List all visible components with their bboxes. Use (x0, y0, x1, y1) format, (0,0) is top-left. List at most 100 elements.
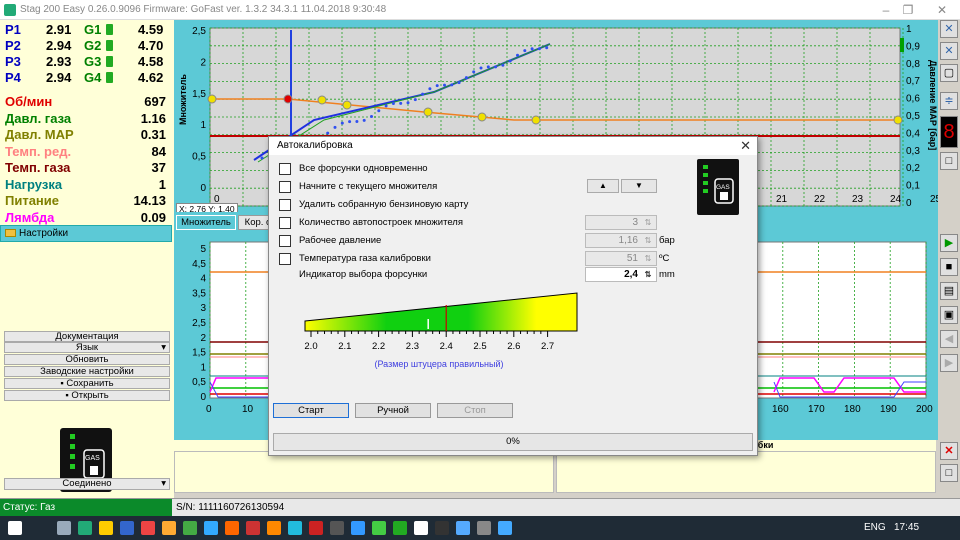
scale-tick-label: 2.7 (541, 341, 554, 352)
arrow-up-button[interactable]: ▲ (587, 179, 619, 193)
taskbar-app-icon[interactable] (204, 521, 218, 535)
option-input[interactable]: 1,16 ⇅ (585, 233, 657, 248)
arrow-down-button[interactable]: ▼ (621, 179, 657, 193)
y-tick-label: 1,5 (192, 89, 206, 100)
data-point (399, 101, 403, 105)
spin-icon[interactable]: ⇅ (642, 269, 654, 280)
minimize-button[interactable]: – (876, 2, 896, 18)
spin-icon[interactable]: ⇅ (642, 217, 654, 228)
spin-icon[interactable]: ⇅ (642, 253, 654, 264)
option-checkbox[interactable] (279, 181, 291, 193)
prev-icon[interactable]: ◀ (940, 330, 958, 348)
start-button[interactable]: Старт (273, 403, 349, 418)
y2-tick-label: 1 (906, 24, 912, 35)
data-point (457, 81, 461, 85)
tab-multiplier[interactable]: Множитель (176, 215, 236, 230)
taskbar-app-icon[interactable] (267, 521, 281, 535)
stop-icon[interactable]: ■ (940, 258, 958, 276)
settings-bar[interactable]: Настройки (0, 225, 172, 242)
maximize-button[interactable]: ❐ (898, 2, 918, 18)
language-indicator[interactable]: ENG (864, 522, 886, 533)
gas-injector-icon (106, 24, 113, 35)
manual-button[interactable]: Ручной (355, 403, 431, 418)
taskbar-app-icon[interactable] (309, 521, 323, 535)
save-button[interactable]: ▪ Сохранить (4, 378, 170, 389)
taskbar-app-icon[interactable] (288, 521, 302, 535)
data-point (501, 63, 505, 67)
dialog-close-icon[interactable]: ✕ (740, 138, 751, 154)
taskbar-app-icon[interactable] (183, 521, 197, 535)
open-button[interactable]: ▪ Открыть (4, 390, 170, 401)
option-input[interactable]: 51 ⇅ (585, 251, 657, 266)
language-label: Язык (75, 342, 99, 353)
scale-tick-label: 2.1 (338, 341, 351, 352)
x-tick-label: 180 (844, 404, 861, 415)
taskbar-app-icon[interactable] (414, 521, 428, 535)
tune-icon[interactable]: ≑ (940, 92, 958, 110)
open-file-icon[interactable]: ▤ (940, 282, 958, 300)
data-point (545, 46, 549, 50)
taskbar-app-icon[interactable] (141, 521, 155, 535)
status-bar: Статус: Газ S/N: 1111160726130594 (0, 498, 960, 516)
documentation-button[interactable]: Документация (4, 331, 170, 342)
taskbar-app-icon[interactable] (477, 521, 491, 535)
x-tick-label: 0 (206, 404, 212, 415)
play-icon[interactable]: ▶ (940, 234, 958, 252)
taskbar-app-icon[interactable] (393, 521, 407, 535)
option-checkbox[interactable] (279, 253, 291, 265)
indicator-input[interactable]: 2,4 ⇅ (585, 267, 657, 282)
taskbar-app-icon[interactable] (435, 521, 449, 535)
option-checkbox[interactable] (279, 217, 291, 229)
window-icon[interactable]: ▢ (940, 64, 958, 82)
option-checkbox[interactable] (279, 199, 291, 211)
stop-button[interactable]: Стоп (437, 403, 513, 418)
collapse-icon[interactable]: ✕ (940, 20, 958, 38)
y2-tick-label: 0 (906, 198, 912, 209)
clock[interactable]: 17:45 (894, 522, 919, 533)
data-point (340, 121, 344, 125)
gas-text: GAS (85, 455, 100, 462)
option-checkbox[interactable] (279, 235, 291, 247)
spin-icon[interactable]: ⇅ (642, 235, 654, 246)
taskbar-app-icon[interactable] (372, 521, 386, 535)
taskbar-app-icon[interactable] (456, 521, 470, 535)
dialog-title: Автокалибровка (277, 140, 353, 151)
param-value: 14.13 (133, 193, 166, 208)
factory-settings-button[interactable]: Заводские настройки (4, 366, 170, 377)
language-dropdown[interactable]: Язык ▾ (4, 342, 170, 353)
clear-errors-icon[interactable]: ✕ (940, 442, 958, 460)
taskbar-app-icon[interactable] (8, 521, 22, 535)
option-checkbox[interactable] (279, 163, 291, 175)
y-tick-label: 1 (200, 120, 206, 131)
taskbar-app-icon[interactable] (225, 521, 239, 535)
injector-g-label: G1 (84, 22, 102, 37)
taskbar-app-icon[interactable] (498, 521, 512, 535)
current-errors-box (174, 451, 554, 493)
injector-g-value: 4.58 (138, 54, 164, 69)
taskbar-app-icon[interactable] (162, 521, 176, 535)
data-point (355, 120, 359, 124)
data-point (326, 131, 330, 135)
connection-dropdown[interactable]: Соединено ▾ (4, 478, 170, 490)
injector-g-value: 4.59 (138, 22, 164, 37)
y2-tick-label: 0,9 (906, 41, 920, 52)
next-icon[interactable]: ▶ (940, 354, 958, 372)
save-file-icon[interactable]: ▣ (940, 306, 958, 324)
taskbar-app-icon[interactable] (246, 521, 260, 535)
param-value: 37 (151, 160, 166, 175)
taskbar-app-icon[interactable] (351, 521, 365, 535)
y-tick-label: 2,5 (192, 26, 206, 37)
square-icon[interactable]: □ (940, 152, 958, 170)
taskbar-app-icon[interactable] (78, 521, 92, 535)
injector-p-value: 2.94 (46, 38, 72, 53)
option-value: 1,16 (618, 235, 638, 246)
taskbar-app-icon[interactable] (57, 521, 71, 535)
taskbar-app-icon[interactable] (99, 521, 113, 535)
update-button[interactable]: Обновить (4, 354, 170, 365)
square-icon[interactable]: □ (940, 464, 958, 482)
option-input[interactable]: 3 ⇅ (585, 215, 657, 230)
taskbar-app-icon[interactable] (120, 521, 134, 535)
expand-icon[interactable]: ✕ (940, 42, 958, 60)
taskbar-app-icon[interactable] (330, 521, 344, 535)
close-button[interactable]: ✕ (932, 2, 952, 18)
